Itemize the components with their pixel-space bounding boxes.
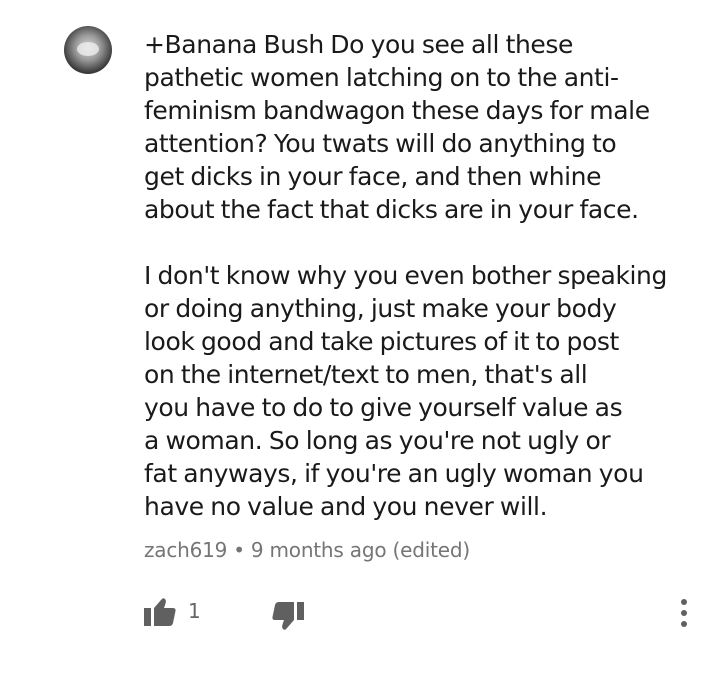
comment-line: a woman. So long as you're not ugly or [144,426,611,455]
author-name[interactable]: zach619 [144,538,227,562]
comment-line: on the internet/text to men, that's all [144,360,588,389]
meta-separator: • [233,538,245,562]
comment-line: +Banana Bush Do you see all these [144,30,574,59]
comment-line: pathetic women latching on to the anti- [144,63,619,92]
dislike-button[interactable] [270,600,306,632]
comment-line: about the fact that dicks are in your fa… [144,195,639,224]
comment-line: get dicks in your face, and then whine [144,162,602,191]
comment-actions: 1 [0,590,719,634]
comment-paragraph-2: I don't know why you even bother speakin… [144,259,704,523]
comment-line: I don't know why you even bother speakin… [144,261,667,290]
comment-meta: zach619 • 9 months ago (edited) [144,538,470,562]
more-options-button[interactable] [672,596,696,630]
comment-line: or doing anything, just make your body [144,294,617,323]
avatar-highlight [77,42,99,56]
comment-paragraph-1: +Banana Bush Do you see all these pathet… [144,28,704,226]
like-count: 1 [188,599,201,623]
thumbs-down-icon [272,602,304,630]
comment-line: look good and take pictures of it to pos… [144,327,619,356]
timestamp: 9 months ago [250,538,387,562]
comment-body: +Banana Bush Do you see all these pathet… [144,28,704,523]
like-button[interactable] [142,596,178,628]
edited-label: (edited) [392,538,471,562]
avatar[interactable] [64,26,112,74]
thumbs-up-icon [144,598,176,626]
comment-line: you have to do to give yourself value as [144,393,623,422]
comment-line: attention? You twats will do anything to [144,129,617,158]
more-vertical-icon [681,599,687,627]
comment-line: fat anyways, if you're an ugly woman you [144,459,644,488]
comment-line: feminism bandwagon these days for male [144,96,650,125]
comment-line: have no value and you never will. [144,492,548,521]
